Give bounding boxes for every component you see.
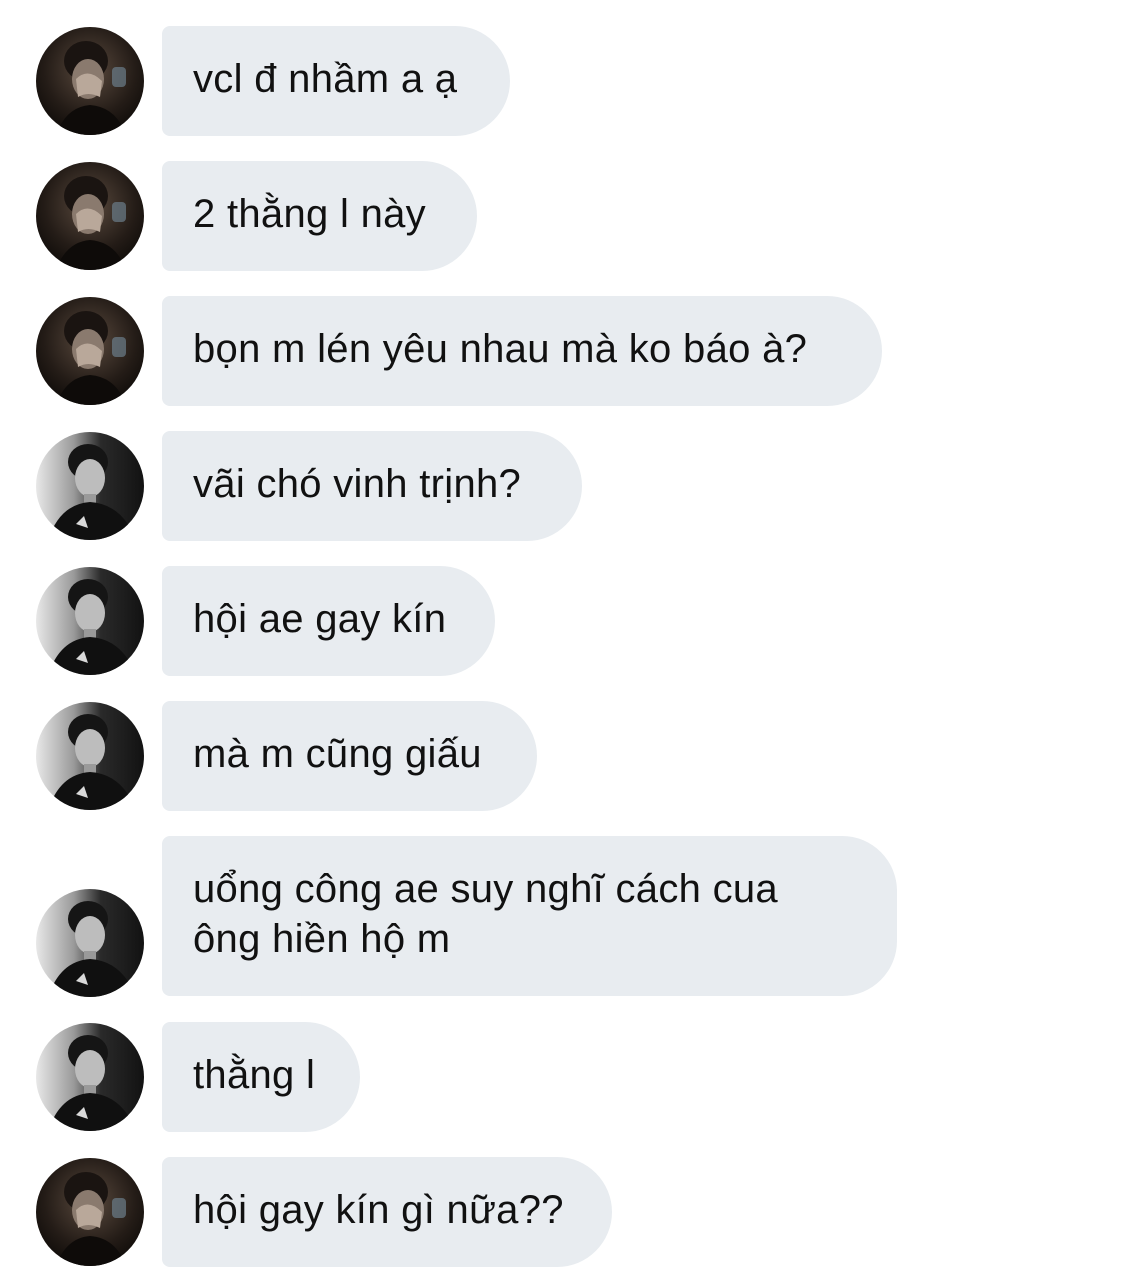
message-row: 2 thằng l này — [0, 161, 1125, 271]
message-row: hội ae gay kín — [0, 566, 1125, 676]
message-row: hội gay kín gì nữa?? — [0, 1157, 1125, 1267]
man-in-black-avatar-icon[interactable] — [36, 889, 144, 997]
message-row: mà m cũng giấu — [0, 701, 1125, 811]
message-row: bọn m lén yêu nhau mà ko báo à? — [0, 296, 1125, 406]
man-in-black-avatar-icon[interactable] — [36, 702, 144, 810]
message-row: thằng l — [0, 1022, 1125, 1132]
message-row: vcl đ nhầm a ạ — [0, 26, 1125, 136]
person-covering-face-avatar-icon[interactable] — [36, 1158, 144, 1266]
message-bubble: uổng công ae suy nghĩ cách cua ông hiền … — [162, 836, 897, 996]
man-in-black-avatar-icon[interactable] — [36, 1023, 144, 1131]
message-bubble: 2 thằng l này — [162, 161, 477, 271]
man-in-black-avatar-icon[interactable] — [36, 432, 144, 540]
message-bubble: vcl đ nhầm a ạ — [162, 26, 510, 136]
message-row: uổng công ae suy nghĩ cách cua ông hiền … — [0, 836, 1125, 997]
message-bubble: hội ae gay kín — [162, 566, 495, 676]
message-bubble: mà m cũng giấu — [162, 701, 537, 811]
message-bubble: vãi chó vinh trịnh? — [162, 431, 582, 541]
message-bubble: thằng l — [162, 1022, 360, 1132]
message-bubble: hội gay kín gì nữa?? — [162, 1157, 612, 1267]
message-row: vãi chó vinh trịnh? — [0, 431, 1125, 541]
message-bubble: bọn m lén yêu nhau mà ko báo à? — [162, 296, 882, 406]
person-covering-face-avatar-icon[interactable] — [36, 27, 144, 135]
person-covering-face-avatar-icon[interactable] — [36, 297, 144, 405]
person-covering-face-avatar-icon[interactable] — [36, 162, 144, 270]
man-in-black-avatar-icon[interactable] — [36, 567, 144, 675]
